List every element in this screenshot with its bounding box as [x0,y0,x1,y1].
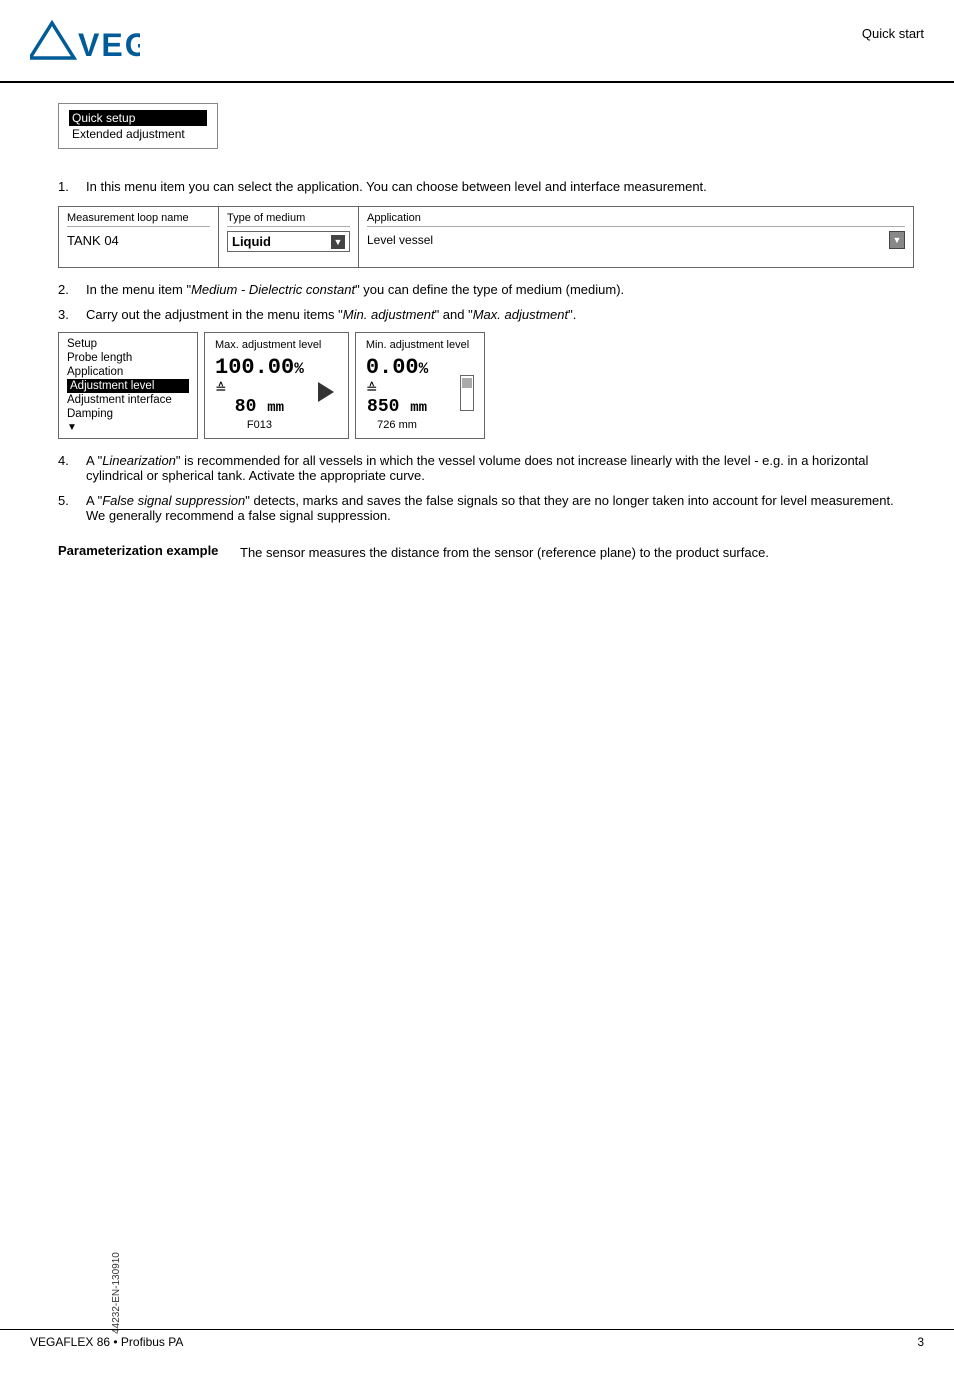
setup-menu: Setup Probe length Application Adjustmen… [58,332,198,439]
step3-italic1: Min. adjustment [343,307,435,322]
section-title: Quick start [862,18,924,41]
step-1: 1. In this menu item you can select the … [58,179,914,194]
panel1-col2-dropdown[interactable]: Liquid ▼ [227,231,350,252]
panel1-col1: Measurement loop name TANK 04 [59,207,219,267]
measurement-panel: Measurement loop name TANK 04 Type of me… [58,206,914,268]
param-example-text: The sensor measures the distance from th… [240,543,914,563]
step-3-number: 3. [58,307,86,322]
setup-min-adjustment: Min. adjustment level 0.00% ≙ 850 mm 726… [355,332,485,439]
footer-left: VEGAFLEX 86 • Profibus PA [30,1335,183,1349]
step-2-number: 2. [58,282,86,297]
logo: VEGA [30,18,140,71]
setup-min-sub: 726 mm [366,419,428,431]
setup-damping[interactable]: Damping [67,407,189,421]
step-4-text: A "Linearization" is recommended for all… [86,453,914,483]
menu-item-extended[interactable]: Extended adjustment [69,126,207,142]
step5-italic: False signal suppression [102,493,245,508]
setup-max-label: Max. adjustment level [215,339,338,351]
step-4-number: 4. [58,453,86,483]
panel1-col1-value: TANK 04 [67,233,210,248]
param-example-label: Parameterization example [58,543,228,563]
step-3: 3. Carry out the adjustment in the menu … [58,307,914,322]
step2-italic: Medium - Dielectric constant [191,282,355,297]
step3-italic2: Max. adjustment [473,307,568,322]
scrollbar-icon[interactable] [460,375,474,411]
panel1-col2-label: Type of medium [227,212,350,227]
setup-label: Setup [67,337,189,351]
footer-right: 3 [917,1335,924,1349]
setup-max-percent: 100.00% [215,355,304,380]
step-1-text: In this menu item you can select the app… [86,179,914,194]
setup-application[interactable]: Application [67,365,189,379]
arrow-right-icon [316,377,338,410]
setup-probe-length[interactable]: Probe length [67,351,189,365]
setup-min-equal: ≙ [366,380,428,397]
setup-min-mm: 850 mm [366,397,428,417]
step-2-text: In the menu item "Medium - Dielectric co… [86,282,914,297]
setup-max-sub: F013 [215,419,304,431]
panel1-col2: Type of medium Liquid ▼ [219,207,359,267]
setup-max-mm: 80 mm [215,397,304,417]
page-header: VEGA Quick start [0,0,954,83]
setup-arrow[interactable]: ▼ [67,421,189,434]
dropdown-arrow-icon[interactable]: ▼ [331,235,345,249]
setup-adjustment-level[interactable]: Adjustment level [67,379,189,393]
setup-max-equal: ≙ [215,380,304,397]
menu-box-container: Quick setup Extended adjustment [58,103,914,165]
step4-italic: Linearization [102,453,176,468]
step-5-text: A "False signal suppression" detects, ma… [86,493,914,523]
panel1-col3: Application Level vessel ▼ [359,207,913,267]
content-area: Quick setup Extended adjustment 1. In th… [38,83,954,1333]
left-margin: 44232-EN-130910 [0,83,38,1333]
setup-min-label: Min. adjustment level [366,339,474,351]
application-dropdown-arrow-icon[interactable]: ▼ [889,231,905,249]
step-5-number: 5. [58,493,86,523]
param-example-section: Parameterization example The sensor meas… [58,543,914,563]
menu-item-quick-setup[interactable]: Quick setup [69,110,207,126]
svg-text:VEGA: VEGA [78,27,140,63]
step-4: 4. A "Linearization" is recommended for … [58,453,914,483]
setup-max-adjustment: Max. adjustment level 100.00% ≙ 80 mm F0… [204,332,349,439]
setup-panel: Setup Probe length Application Adjustmen… [58,332,914,439]
panel1-col3-value: Level vessel [367,233,889,247]
step-1-number: 1. [58,179,86,194]
step-3-text: Carry out the adjustment in the menu ite… [86,307,914,322]
main-content: 44232-EN-130910 Quick setup Extended adj… [0,83,954,1333]
menu-box: Quick setup Extended adjustment [58,103,218,149]
panel1-col3-dropdown[interactable]: Level vessel ▼ [367,231,905,249]
step-2: 2. In the menu item "Medium - Dielectric… [58,282,914,297]
setup-min-percent: 0.00% [366,355,428,380]
panel1-col1-label: Measurement loop name [67,212,210,227]
step-5: 5. A "False signal suppression" detects,… [58,493,914,523]
panel1-col2-value: Liquid [232,234,331,249]
panel1-col3-label: Application [367,212,905,227]
page-footer: VEGAFLEX 86 • Profibus PA 3 [0,1329,954,1354]
setup-adjustment-interface[interactable]: Adjustment interface [67,393,189,407]
